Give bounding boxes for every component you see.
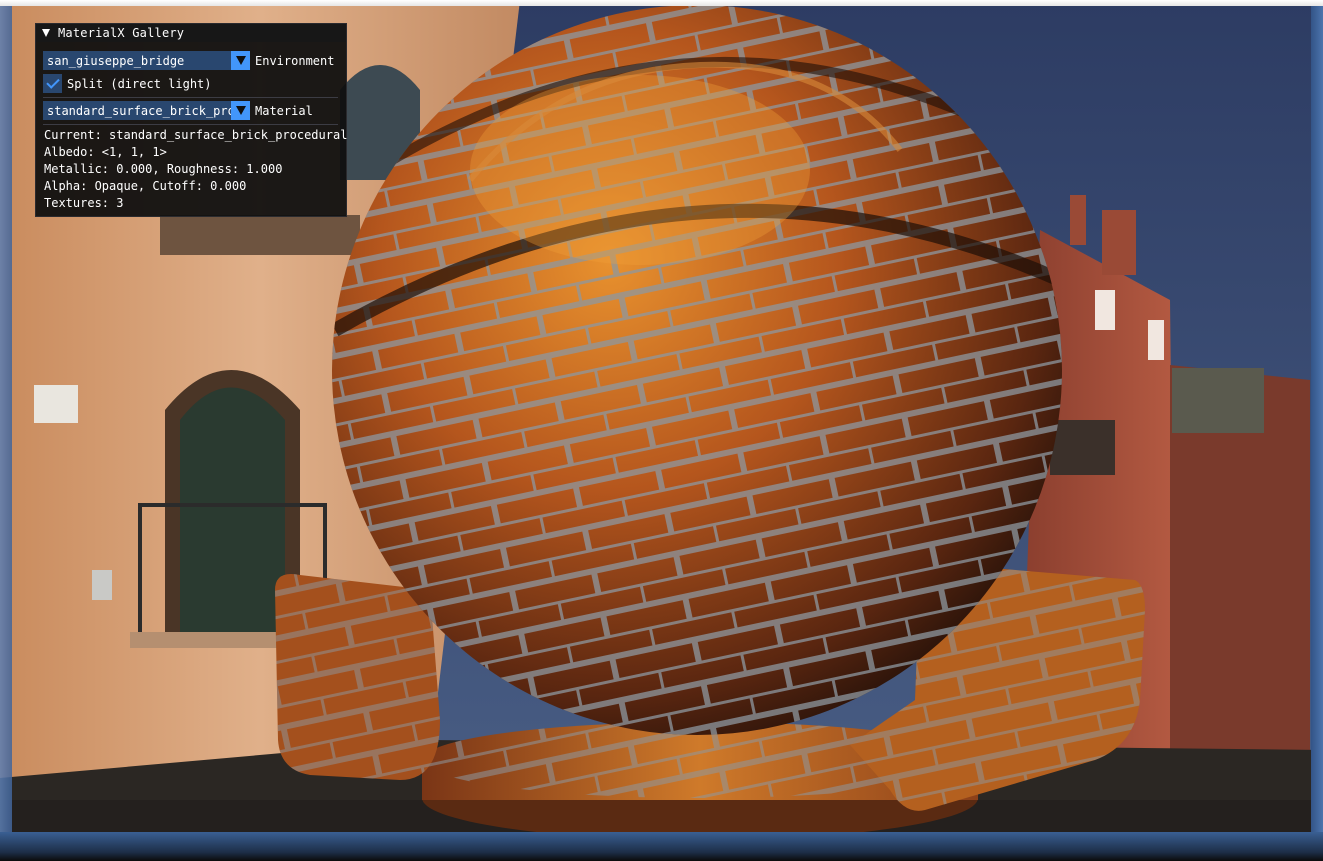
split-checkbox-label[interactable]: Split (direct light) — [67, 77, 212, 91]
materialx-gallery-panel[interactable]: MaterialX Gallery san_giuseppe_bridge En… — [35, 23, 347, 217]
bottom-edge-bar — [0, 832, 1323, 861]
material-row: standard_surface_brick_procedural Materi… — [43, 101, 313, 120]
chevron-down-icon — [235, 106, 246, 115]
panel-title-bar[interactable]: MaterialX Gallery — [36, 24, 346, 42]
chevron-down-icon — [235, 56, 246, 65]
split-row: Split (direct light) — [43, 74, 212, 93]
left-edge-bar — [0, 6, 12, 832]
panel-title: MaterialX Gallery — [58, 26, 185, 40]
alpha-text: Alpha: Opaque, Cutoff: 0.000 — [44, 179, 247, 193]
split-checkbox[interactable] — [43, 74, 62, 93]
window-top-edge — [0, 0, 1323, 6]
environment-row: san_giuseppe_bridge Environment — [43, 51, 334, 70]
right-edge-bar — [1311, 6, 1323, 832]
metallic-roughness-text: Metallic: 0.000, Roughness: 1.000 — [44, 162, 283, 176]
panel-separator — [43, 124, 338, 125]
environment-selected-value: san_giuseppe_bridge — [47, 53, 185, 68]
material-selected-value: standard_surface_brick_procedural — [47, 103, 231, 118]
environment-label: Environment — [255, 53, 335, 68]
albedo-text: Albedo: <1, 1, 1> — [44, 145, 167, 159]
checkmark-icon — [45, 75, 60, 89]
textures-text: Textures: 3 — [44, 196, 124, 210]
material-label: Material — [255, 103, 313, 118]
panel-separator — [43, 97, 338, 98]
material-dropdown-button[interactable] — [231, 101, 250, 120]
environment-dropdown-button[interactable] — [231, 51, 250, 70]
render-viewport[interactable]: MaterialX Gallery san_giuseppe_bridge En… — [0, 0, 1323, 861]
environment-combo[interactable]: san_giuseppe_bridge — [43, 51, 250, 70]
material-combo[interactable]: standard_surface_brick_procedural — [43, 101, 250, 120]
current-material-text: Current: standard_surface_brick_procedur… — [44, 128, 348, 142]
collapse-arrow-icon[interactable] — [42, 29, 50, 37]
